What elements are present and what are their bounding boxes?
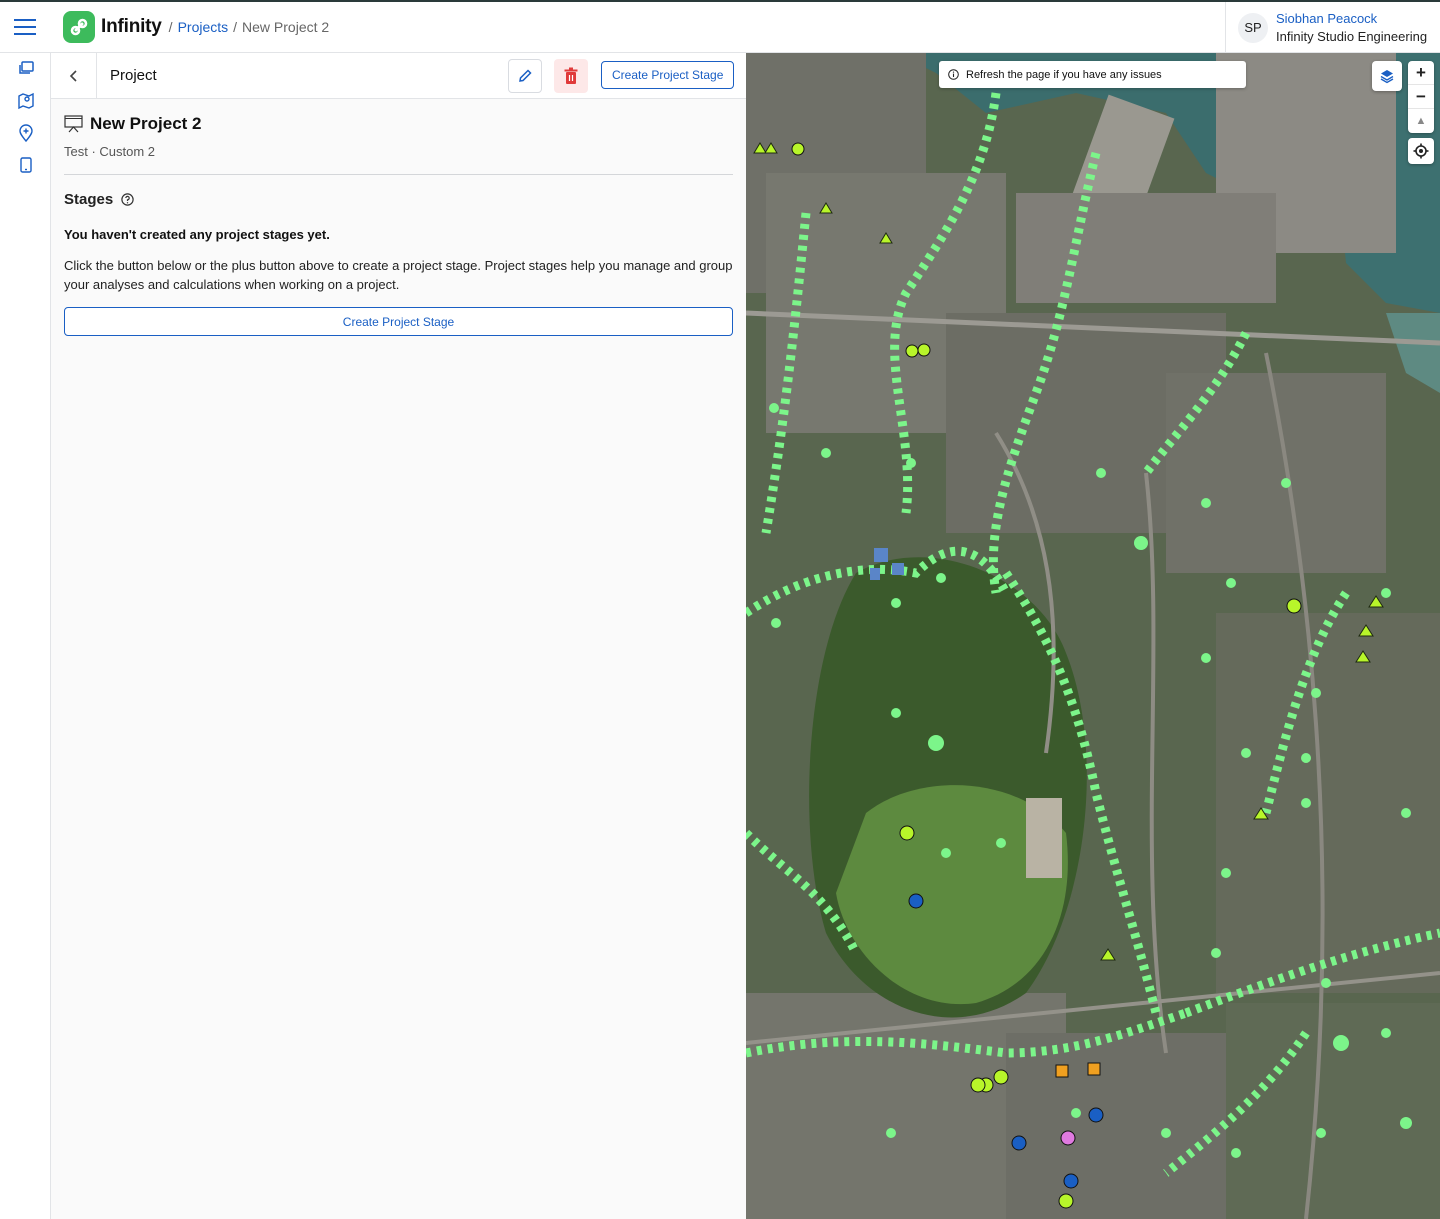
projects-icon xyxy=(18,61,34,74)
pencil-icon xyxy=(519,69,532,82)
app-name: Infinity xyxy=(101,16,162,37)
breadcrumb-current: New Project 2 xyxy=(242,19,330,35)
map-zoom-controls: + − ▲ xyxy=(1408,61,1434,133)
map-icon xyxy=(17,92,34,110)
map-view[interactable]: Refresh the page if you have any issues … xyxy=(746,53,1440,1219)
hamburger-menu-button[interactable] xyxy=(0,2,50,53)
breadcrumb-projects-link[interactable]: Projects xyxy=(178,19,229,35)
satellite-map-canvas[interactable] xyxy=(746,53,1440,1219)
map-layers-button[interactable] xyxy=(1372,61,1402,91)
layers-icon xyxy=(1380,70,1394,84)
hamburger-icon xyxy=(14,19,36,35)
project-meta: Test · Custom 2 xyxy=(64,144,156,159)
info-icon xyxy=(948,69,959,80)
delete-project-button[interactable] xyxy=(554,59,588,93)
rail-projects-button[interactable] xyxy=(0,53,51,85)
project-monitor-icon xyxy=(64,115,83,133)
project-name: New Project 2 xyxy=(90,114,202,133)
breadcrumb-separator: / xyxy=(233,19,238,35)
tablet-icon xyxy=(19,157,32,173)
chevron-left-icon xyxy=(69,69,77,82)
back-button[interactable] xyxy=(51,53,97,98)
zoom-in-button[interactable]: + xyxy=(1408,61,1434,85)
map-notice-text: Refresh the page if you have any issues xyxy=(966,68,1162,81)
panel-title: Project xyxy=(110,67,157,84)
trash-icon xyxy=(564,67,578,84)
create-project-stage-header-button[interactable]: Create Project Stage xyxy=(601,61,735,89)
edit-project-button[interactable] xyxy=(508,59,542,93)
locate-me-button[interactable] xyxy=(1408,138,1434,164)
rail-add-location-button[interactable] xyxy=(0,117,51,149)
rail-device-button[interactable] xyxy=(0,149,51,181)
breadcrumb-separator: / xyxy=(168,19,173,35)
user-organization: Infinity Studio Engineering xyxy=(1276,28,1428,44)
map-notice: Refresh the page if you have any issues xyxy=(939,61,1246,88)
divider xyxy=(64,174,733,175)
project-panel: Project Create Project Stage New Project… xyxy=(51,53,746,1219)
empty-state-title: You haven't created any project stages y… xyxy=(64,227,330,242)
stages-heading: Stages xyxy=(64,191,114,208)
user-name: Siobhan Peacock xyxy=(1276,10,1378,26)
compass-button[interactable]: ▲ xyxy=(1408,109,1434,133)
help-icon[interactable] xyxy=(121,193,134,206)
add-location-icon xyxy=(18,124,33,142)
user-menu[interactable]: SP Siobhan Peacock Infinity Studio Engin… xyxy=(1225,2,1440,53)
empty-state-description: Click the button below or the plus butto… xyxy=(64,258,733,292)
rail-map-button[interactable] xyxy=(0,85,51,117)
locate-icon xyxy=(1413,143,1429,159)
create-project-stage-button[interactable]: Create Project Stage xyxy=(64,307,733,336)
breadcrumb: / Projects / New Project 2 xyxy=(169,19,330,35)
infinity-logo-icon[interactable] xyxy=(63,11,95,43)
panel-header: Project Create Project Stage xyxy=(51,53,746,99)
side-rail xyxy=(0,53,51,1219)
avatar: SP xyxy=(1238,12,1268,43)
top-header: Infinity / Projects / New Project 2 SP S… xyxy=(0,0,1440,53)
zoom-out-button[interactable]: − xyxy=(1408,85,1434,109)
